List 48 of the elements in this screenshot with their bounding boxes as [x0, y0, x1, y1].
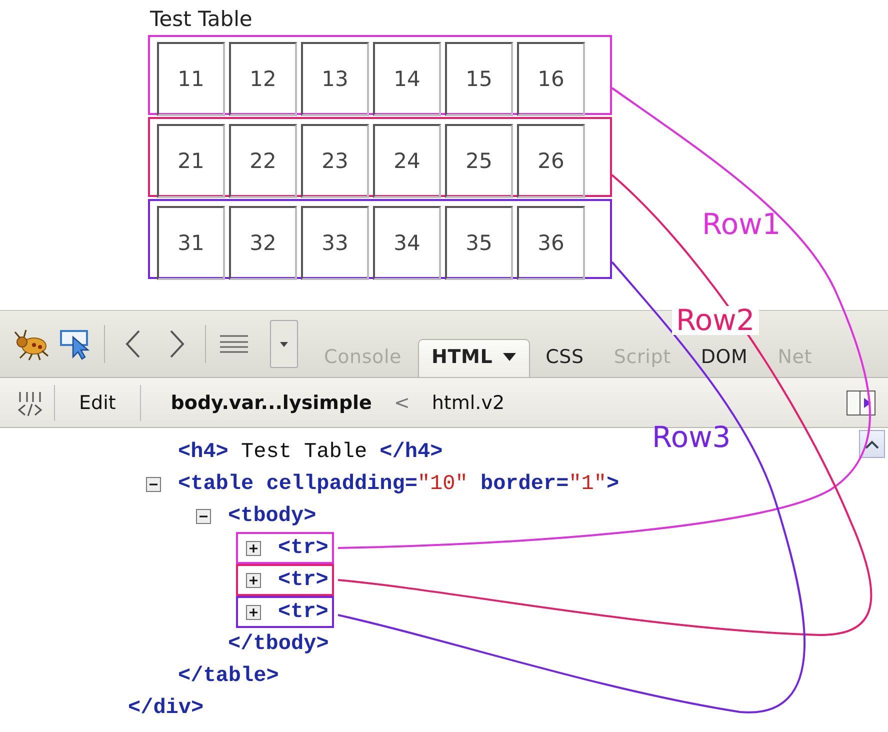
table-cell: 15: [445, 42, 513, 116]
expand-icon[interactable]: [246, 540, 261, 556]
table-cell: 35: [445, 206, 513, 280]
table-cell: 25: [445, 124, 513, 198]
caret-icon: [502, 353, 516, 361]
annotation-label: Row1: [701, 210, 782, 239]
back-icon[interactable]: [124, 329, 142, 359]
code-line[interactable]: <tbody>: [0, 500, 316, 532]
table-cell: 26: [517, 124, 585, 198]
scroll-up-button[interactable]: [859, 430, 885, 458]
collapse-icon[interactable]: [196, 508, 211, 524]
table-cell: 34: [373, 206, 441, 280]
table-heading: Test Table: [150, 7, 252, 31]
code-line[interactable]: <table cellpadding="10" border="1">: [0, 468, 620, 500]
table-cell: 33: [301, 206, 369, 280]
code-line[interactable]: </tbody>: [0, 628, 329, 660]
breadcrumb-link[interactable]: body.var...lysimple: [156, 388, 386, 418]
caret-icon: [280, 342, 288, 346]
table-cell: 14: [373, 42, 441, 116]
code-line[interactable]: </table>: [0, 660, 279, 692]
side-panel-icon[interactable]: [846, 390, 876, 416]
annotation-label: Row2: [672, 306, 759, 335]
breadcrumb-link[interactable]: html.v2: [418, 388, 519, 418]
table-cell: 36: [517, 206, 585, 280]
table-cell: 21: [157, 124, 225, 198]
menu-icon[interactable]: [219, 334, 249, 354]
table-cell: 16: [517, 42, 585, 116]
expand-icon[interactable]: [246, 604, 261, 620]
split-view-icon[interactable]: [16, 390, 44, 416]
code-line[interactable]: <h4> Test Table </h4>: [0, 436, 443, 468]
collapse-icon[interactable]: [146, 476, 161, 492]
edit-button[interactable]: Edit: [65, 388, 130, 418]
table-cell: 12: [229, 42, 297, 116]
table-cell: 11: [157, 42, 225, 116]
panel-tab[interactable]: DOM: [686, 339, 762, 377]
forward-icon[interactable]: [168, 329, 186, 359]
table-cell: 22: [229, 124, 297, 198]
table-cell: 24: [373, 124, 441, 198]
code-line[interactable]: </div>: [0, 692, 204, 724]
panel-tab[interactable]: CSS: [532, 339, 598, 377]
table-cell: 32: [229, 206, 297, 280]
table-cell: 23: [301, 124, 369, 198]
table-cell: 31: [157, 206, 225, 280]
annotation-label: Row3: [651, 423, 732, 452]
expand-icon[interactable]: [246, 572, 261, 588]
panel-tab[interactable]: HTML: [418, 339, 530, 377]
table-cell: 13: [301, 42, 369, 116]
separator-text: <: [394, 392, 410, 414]
